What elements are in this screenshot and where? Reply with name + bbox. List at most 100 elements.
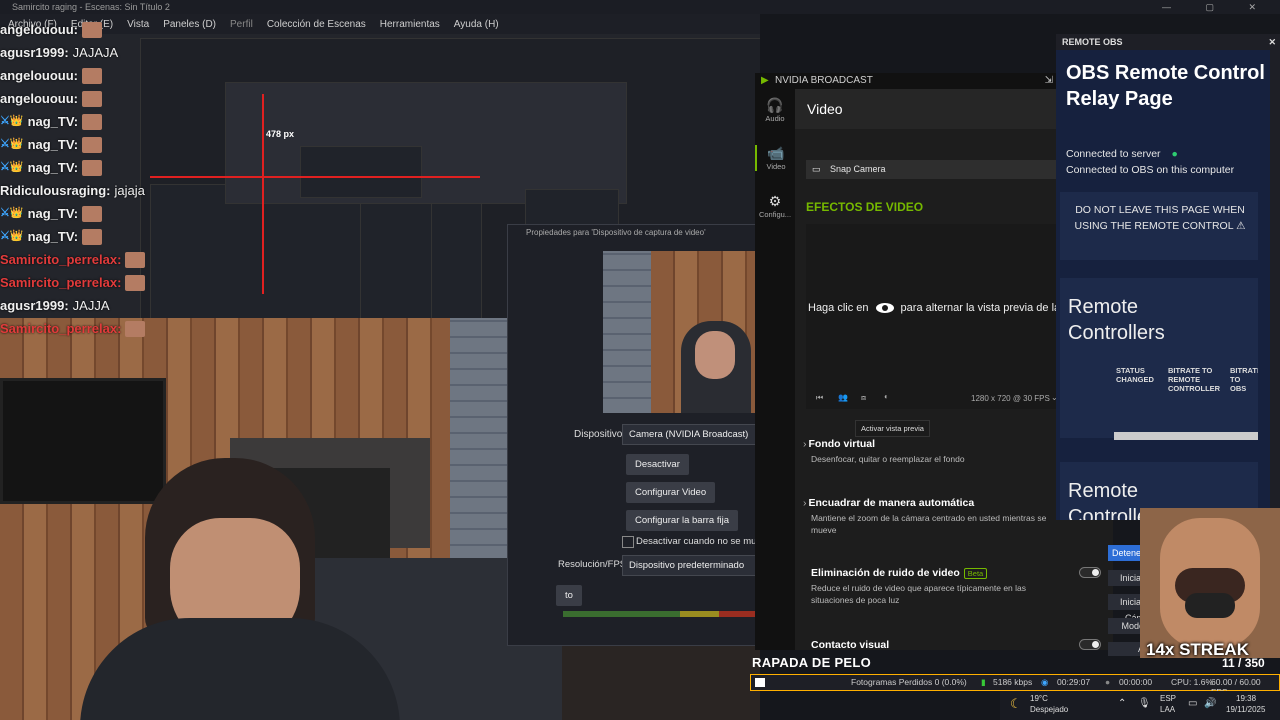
stop-square-icon bbox=[755, 678, 765, 687]
warning-card: DO NOT LEAVE THIS PAGE WHEN USING THE RE… bbox=[1060, 192, 1258, 260]
chevron-up-icon[interactable]: ⌃ bbox=[1118, 698, 1126, 709]
moon-weather-icon: ☾ bbox=[1010, 696, 1022, 711]
chat-line: ⚔👑 nag_TV: bbox=[0, 133, 160, 156]
goal-count: 11 / 350 bbox=[1222, 656, 1265, 670]
preview-tooltip: Activar vista previa bbox=[855, 420, 930, 437]
emote-icon bbox=[125, 251, 146, 268]
chat-username: angelououu: bbox=[0, 68, 78, 83]
window-controls[interactable]: — ▢ ✕ bbox=[1162, 0, 1272, 14]
chat-line: Ridiculousraging: jajaja bbox=[0, 179, 160, 202]
gear-icon: ⚙ bbox=[768, 193, 782, 209]
menu-herramientas[interactable]: Herramientas bbox=[380, 19, 440, 30]
nav-settings[interactable]: ⚙ Configu... bbox=[755, 193, 795, 219]
nav-settings-label: Configu... bbox=[758, 210, 792, 219]
stream-icon: ◉ bbox=[1041, 677, 1049, 687]
check-icon: ● bbox=[1171, 148, 1178, 160]
remote-heading: OBS Remote Control Relay Page bbox=[1066, 62, 1265, 110]
eliminacion-ruido-toggle[interactable] bbox=[1079, 567, 1101, 578]
col-status: STATUS CHANGED bbox=[1116, 366, 1154, 384]
beta-badge: Beta bbox=[963, 568, 988, 579]
chat-username: nag_TV: bbox=[27, 160, 79, 175]
chat-username: Ridiculousraging: bbox=[0, 183, 111, 198]
camera-icon: ▭ bbox=[812, 164, 821, 174]
emote-icon bbox=[82, 228, 103, 245]
resolution-select[interactable]: 1280 x 720 @ 30 FPS bbox=[971, 394, 1050, 403]
sub-badge-icon: ⚔👑 bbox=[0, 207, 24, 219]
video-camera-icon: 📹 bbox=[767, 145, 785, 161]
menu-coleccion[interactable]: Colección de Escenas bbox=[267, 19, 366, 30]
chat-line: angelououu: bbox=[0, 64, 160, 87]
side-button[interactable]: to bbox=[556, 585, 582, 606]
clock[interactable]: 19:38 bbox=[1236, 694, 1256, 703]
menu-paneles[interactable]: Paneles (D) bbox=[163, 19, 216, 30]
nvidia-sidebar: 🎧 Audio 📹 Video ⚙ Configu... bbox=[755, 89, 795, 650]
chat-username: nag_TV: bbox=[27, 206, 79, 221]
sub-badge-icon: ⚔👑 bbox=[0, 161, 24, 173]
rapada-label: RAPADA DE PELO bbox=[752, 655, 872, 670]
temperature: 19°C bbox=[1030, 694, 1048, 703]
emote-icon bbox=[82, 21, 102, 38]
px-measure-label: 478 px bbox=[266, 129, 295, 139]
nav-audio-label: Audio bbox=[765, 114, 785, 123]
menu-ayuda[interactable]: Ayuda (H) bbox=[454, 19, 499, 30]
eye-icon[interactable] bbox=[875, 303, 894, 313]
properties-preview bbox=[603, 251, 758, 413]
obs-status-bar: Fotogramas Perdidos 0 (0.0%) ▮ 5186 kbps… bbox=[750, 674, 1280, 697]
nav-video-label: Video bbox=[766, 162, 786, 171]
desactivar-checkbox[interactable] bbox=[622, 536, 634, 548]
chat-username: angelououu: bbox=[0, 91, 78, 106]
people-icon[interactable]: 👥 bbox=[838, 393, 848, 402]
signal-icon: ▮ bbox=[981, 677, 986, 687]
contacto-visual-toggle[interactable] bbox=[1079, 639, 1101, 650]
chat-line: ⚔👑 nag_TV: bbox=[0, 156, 160, 179]
resolucion-select[interactable]: Dispositivo predeterminado bbox=[622, 555, 760, 576]
nav-video[interactable]: 📹 Video bbox=[755, 145, 795, 171]
lang-code[interactable]: ESP bbox=[1160, 694, 1176, 703]
chat-username: Samircito_perrelax: bbox=[0, 252, 122, 267]
effect-eliminacion-ruido[interactable]: Eliminación de ruido de video Beta Reduce… bbox=[811, 567, 1101, 606]
connected-status: Connected to server ● bbox=[1066, 148, 1178, 160]
menu-perfil[interactable]: Perfil bbox=[230, 19, 253, 30]
preview-toggle-icon[interactable]: ◐ bbox=[884, 392, 889, 401]
date[interactable]: 19/11/2025 bbox=[1226, 705, 1265, 714]
lang-layout[interactable]: LAA bbox=[1160, 705, 1175, 714]
obs-window-title: Samircito raging - Escenas: Sin Título 2… bbox=[0, 0, 1280, 14]
chat-line: Samircito_perrelax: bbox=[0, 248, 160, 271]
chat-line: ⚔👑 nag_TV: bbox=[0, 225, 160, 248]
stream-time: 00:29:07 bbox=[1057, 677, 1091, 687]
chat-line: Samircito_perrelax: bbox=[0, 271, 160, 294]
effect-desc: Mantiene el zoom de la cámara centrado e… bbox=[811, 513, 1047, 535]
controllers-card: Remote Controllers STATUS CHANGED BITRAT… bbox=[1060, 278, 1258, 440]
windows-taskbar: ☾ 19°C Despejado ⌃ 🎙 ESP LAA ▭ 🔊 19:38 1… bbox=[1000, 691, 1280, 720]
sub-badge-icon: ⚔👑 bbox=[0, 115, 24, 127]
frames-lost: Fotogramas Perdidos 0 (0.0%) bbox=[851, 677, 967, 687]
chat-line: agusr1999: JAJAJA bbox=[0, 41, 160, 64]
skip-icon[interactable]: ⏮ bbox=[816, 393, 823, 403]
resolucion-label: Resolución/FPS bbox=[558, 559, 627, 570]
nvidia-popout-icon[interactable]: ⇲ bbox=[1045, 73, 1053, 89]
col-bitrate-obs: BITRATE TO OBS bbox=[1230, 366, 1258, 393]
chat-line: angelououu: bbox=[0, 87, 160, 110]
configurar-video-button[interactable]: Configurar Video bbox=[626, 482, 716, 503]
close-icon[interactable]: ✕ bbox=[1268, 34, 1276, 50]
remote-scrollbar[interactable] bbox=[1270, 50, 1280, 520]
nav-audio[interactable]: 🎧 Audio bbox=[755, 97, 795, 123]
chat-line: ⚔👑 nag_TV: bbox=[0, 110, 160, 133]
volume-icon[interactable]: 🔊 bbox=[1204, 698, 1216, 709]
dispositivo-select[interactable]: Camera (NVIDIA Broadcast) bbox=[622, 424, 760, 445]
horizontal-scrollbar[interactable] bbox=[1114, 432, 1258, 440]
desactivar-button[interactable]: Desactivar bbox=[626, 454, 689, 475]
remote-obs-title: REMOTE OBS bbox=[1062, 37, 1123, 47]
configurar-barra-button[interactable]: Configurar la barra fija bbox=[626, 510, 738, 531]
chat-line: ⚔👑 nag_TV: bbox=[0, 202, 160, 225]
sub-badge-icon: ⚔👑 bbox=[0, 138, 24, 150]
sub-badge-icon: ⚔👑 bbox=[0, 230, 24, 242]
headphones-icon: 🎧 bbox=[766, 97, 784, 113]
chat-message: JAJJA bbox=[72, 298, 110, 313]
network-icon[interactable]: ▭ bbox=[1188, 698, 1197, 709]
preview-hint-prefix: Haga clic en bbox=[808, 302, 869, 314]
nested-webcam bbox=[150, 184, 482, 326]
microphone-icon[interactable]: 🎙 bbox=[1138, 698, 1151, 709]
snapshot-icon[interactable]: ⧈ bbox=[861, 393, 866, 403]
effect-contacto-visual[interactable]: Contacto visual bbox=[811, 639, 1101, 651]
